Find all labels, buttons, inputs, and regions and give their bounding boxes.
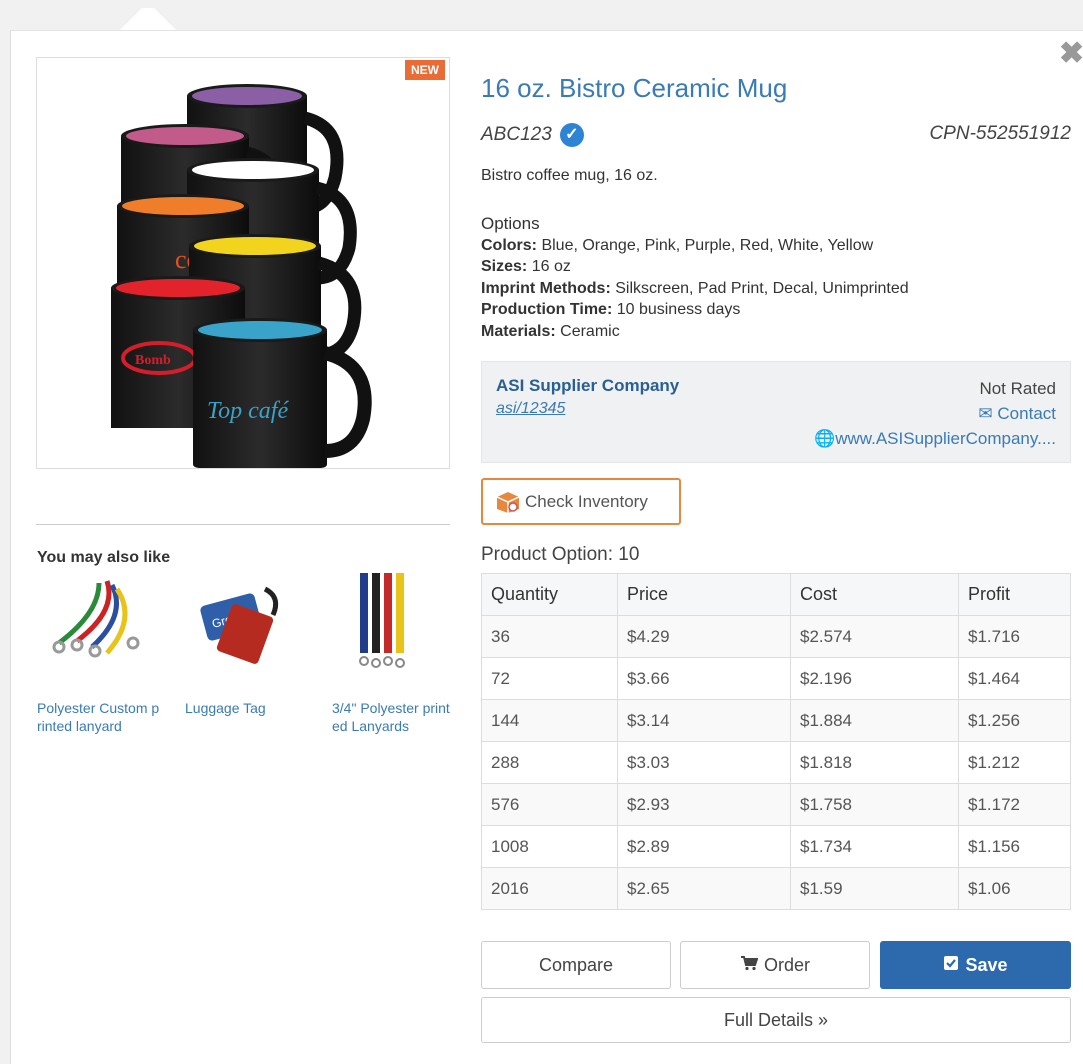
option-imprint: Imprint Methods: Silkscreen, Pad Print, …: [481, 279, 909, 297]
cell-cost: $1.734: [790, 825, 959, 868]
svg-text:Bomb: Bomb: [135, 353, 171, 368]
col-header: Price: [617, 573, 791, 616]
save-label: Save: [965, 954, 1008, 975]
table-row: 72 $3.66 $2.196 $1.464: [481, 657, 1071, 700]
supplier-rating: Not Rated: [979, 379, 1056, 398]
cell-cost: $1.758: [790, 783, 959, 826]
related-item[interactable]: 3/4" Polyester printed Lanyards: [332, 571, 457, 735]
related-item-label[interactable]: Luggage Tag: [185, 699, 310, 717]
cell-cost: $1.818: [790, 741, 959, 784]
save-icon: [943, 955, 959, 976]
cell-price: $2.65: [617, 867, 791, 910]
cell-profit: $1.06: [958, 867, 1071, 910]
cart-icon: [740, 955, 759, 976]
compare-button[interactable]: Compare: [481, 941, 671, 989]
related-item[interactable]: Polyester Custom printed lanyard: [37, 571, 162, 735]
lanyards-thumbnail[interactable]: [332, 571, 442, 681]
globe-icon: 🌐: [814, 429, 836, 448]
cell-profit: $1.716: [958, 615, 1071, 658]
cell-price: $3.03: [617, 741, 791, 784]
related-title: You may also like: [37, 549, 171, 566]
cell-profit: $1.464: [958, 657, 1071, 700]
sku-text: ABC123: [481, 124, 552, 146]
cell-quantity: 2016: [481, 867, 618, 910]
col-header: Cost: [790, 573, 959, 616]
box-icon: [496, 491, 520, 513]
product-title[interactable]: 16 oz. Bistro Ceramic Mug: [481, 73, 787, 104]
cell-quantity: 1008: [481, 825, 618, 868]
svg-text:Top café: Top café: [207, 398, 289, 424]
option-production: Production Time: 10 business days: [481, 301, 741, 318]
table-row: 288 $3.03 $1.818 $1.212: [481, 741, 1071, 784]
option-sizes: Sizes: 16 oz: [481, 258, 571, 275]
order-button[interactable]: Order: [680, 941, 870, 989]
popover-notch: [118, 8, 178, 32]
cell-quantity: 72: [481, 657, 618, 700]
full-details-label: Full Details »: [723, 1009, 829, 1030]
cell-cost: $1.59: [790, 867, 959, 910]
cell-cost: $1.884: [790, 699, 959, 742]
cell-cost: $2.196: [790, 657, 959, 700]
related-item-label[interactable]: Polyester Custom printed lanyard: [37, 699, 162, 735]
table-row: 576 $2.93 $1.758 $1.172: [481, 783, 1071, 826]
option-colors: Colors: Blue, Orange, Pink, Purple, Red,…: [481, 236, 874, 254]
full-details-button[interactable]: Full Details »: [481, 997, 1071, 1043]
lanyard-thumbnail[interactable]: [37, 571, 147, 681]
product-option-count: Product Option: 10: [481, 544, 640, 565]
table-row: 1008 $2.89 $1.734 $1.156: [481, 825, 1071, 868]
pricing-table: Quantity Price Cost Profit 36 $4.29 $2.5…: [481, 573, 1071, 910]
contact-link[interactable]: ✉ Contact: [814, 401, 1056, 426]
cell-quantity: 576: [481, 783, 618, 826]
cell-quantity: 144: [481, 699, 618, 742]
cell-profit: $1.256: [958, 699, 1071, 742]
product-quick-view: ✖ co Bomb Top café NEW You may also like…: [10, 30, 1083, 1064]
cell-quantity: 36: [481, 615, 618, 658]
cell-price: $4.29: [617, 615, 791, 658]
envelope-icon: ✉: [978, 404, 993, 423]
related-item-label[interactable]: 3/4" Polyester printed Lanyards: [332, 699, 457, 735]
mugs-illustration: co Bomb Top café: [111, 84, 372, 468]
compare-label: Compare: [538, 954, 614, 975]
cell-quantity: 288: [481, 741, 618, 784]
product-options: Options Colors: Blue, Orange, Pink, Purp…: [481, 213, 909, 342]
check-circle-icon: ✓: [559, 123, 584, 147]
table-row: 144 $3.14 $1.884 $1.256: [481, 699, 1071, 742]
options-heading: Options: [481, 214, 540, 233]
supplier-meta: Not Rated ✉ Contact 🌐www.ASISupplierComp…: [814, 376, 1056, 451]
save-button[interactable]: Save: [880, 941, 1071, 989]
option-materials: Materials: Ceramic: [481, 322, 620, 340]
check-inventory-label: Check Inventory: [525, 491, 648, 511]
cell-price: $3.14: [617, 699, 791, 742]
table-row: 2016 $2.65 $1.59 $1.06: [481, 867, 1071, 910]
table-row: 36 $4.29 $2.574 $1.716: [481, 615, 1071, 658]
website-link[interactable]: 🌐www.ASISupplierCompany....: [814, 426, 1056, 451]
cell-profit: $1.172: [958, 783, 1071, 826]
close-icon[interactable]: ✖: [1059, 39, 1083, 69]
cell-price: $2.93: [617, 783, 791, 826]
supplier-asi-link[interactable]: asi/12345: [496, 400, 565, 418]
related-item[interactable]: Group Luggage Tag: [185, 571, 310, 717]
col-header: Profit: [958, 573, 1071, 616]
product-cpn: CPN-552551912: [929, 123, 1071, 144]
new-badge: NEW: [405, 60, 445, 80]
order-label: Order: [763, 954, 810, 975]
cell-profit: $1.156: [958, 825, 1071, 868]
cell-price: $3.66: [617, 657, 791, 700]
product-image: co Bomb Top café NEW: [36, 57, 450, 469]
luggage-tag-thumbnail[interactable]: Group: [185, 571, 295, 681]
col-header: Quantity: [481, 573, 618, 616]
product-sku: ABC123 ✓: [481, 123, 584, 147]
cell-cost: $2.574: [790, 615, 959, 658]
check-inventory-button[interactable]: Check Inventory: [481, 478, 681, 525]
divider: [36, 524, 450, 525]
cell-profit: $1.212: [958, 741, 1071, 784]
cell-price: $2.89: [617, 825, 791, 868]
product-description: Bistro coffee mug, 16 oz.: [481, 167, 658, 184]
supplier-panel: ASI Supplier Company asi/12345 Not Rated…: [481, 361, 1071, 463]
